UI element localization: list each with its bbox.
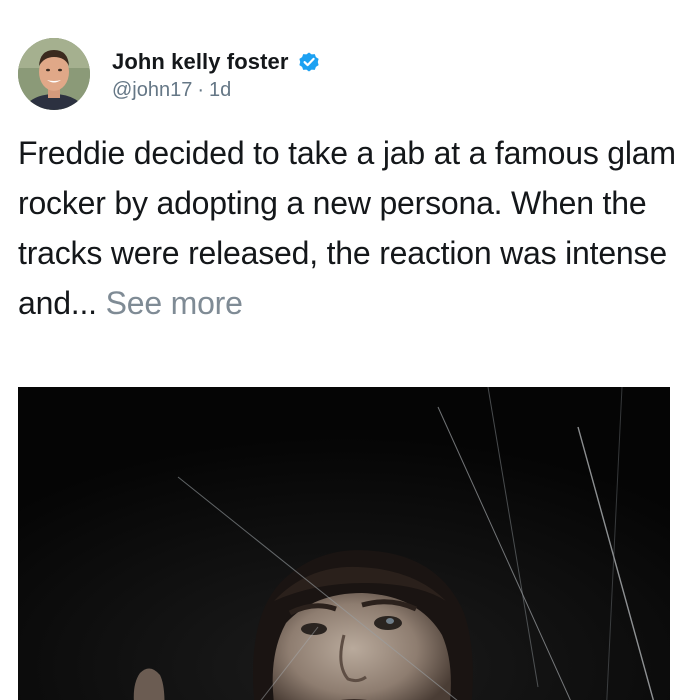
tweet-header: John kelly foster @john17 · 1d	[18, 37, 321, 111]
author-meta: @john17 · 1d	[112, 79, 321, 102]
name-row: John kelly foster	[112, 47, 321, 77]
tweet-photo[interactable]	[18, 387, 670, 700]
verified-check-icon	[297, 50, 321, 74]
tweet-body: Freddie decided to take a jab at a famou…	[18, 128, 698, 328]
timestamp[interactable]: 1d	[209, 79, 231, 102]
author-display-name[interactable]: John kelly foster	[112, 49, 289, 75]
avatar[interactable]	[18, 38, 90, 110]
performer-photo	[18, 387, 670, 700]
meta-separator: ·	[197, 78, 205, 101]
tweet-card: John kelly foster @john17 · 1d Freddie d…	[0, 0, 700, 700]
avatar-photo	[18, 38, 90, 110]
author-handle[interactable]: @john17	[112, 79, 192, 102]
author-identity: John kelly foster @john17 · 1d	[112, 47, 321, 102]
see-more-link[interactable]: See more	[106, 285, 243, 321]
